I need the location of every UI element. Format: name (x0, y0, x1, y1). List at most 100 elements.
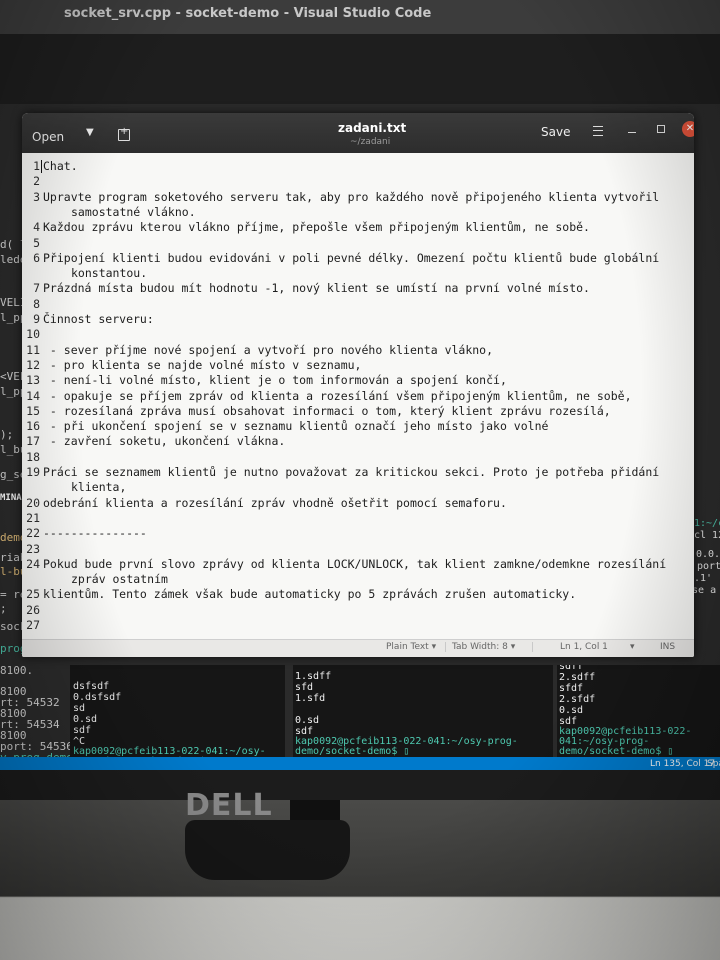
terminal-line: sdff (559, 665, 584, 672)
terminal-line: 0.sd (295, 715, 320, 726)
editor-line: 2 (26, 174, 43, 188)
maximize-icon[interactable] (657, 125, 665, 133)
line-text: konstantou. (71, 266, 148, 281)
line-number: 15 (26, 403, 40, 418)
editor-line: 13 - není-li volné místo, klient je o to… (26, 373, 507, 387)
editor-line: 24 Pokud bude první slovo zprávy od klien… (26, 557, 666, 571)
line-number: 16 (26, 419, 40, 434)
line-number: 26 (26, 602, 40, 617)
terminal-line: 0.dsfsdf (73, 692, 122, 703)
chevron-down-icon[interactable]: ▼ (86, 127, 94, 138)
editor-line: 1 Chat. (26, 159, 78, 173)
line-number: 2 (33, 174, 40, 189)
editor-line: samostatné vlákno. (26, 205, 196, 219)
document-title: zadani.txt (338, 121, 407, 135)
line-number: 12 (26, 357, 40, 372)
editor-line: 18 (26, 450, 43, 464)
terminal-output: port (697, 561, 720, 572)
minimize-icon[interactable] (628, 132, 636, 133)
terminal-output: 1:~/c (694, 518, 720, 529)
editor-line: 3 Upravte program soketového serveru tak,… (26, 190, 659, 204)
editor-line: 23 (26, 542, 43, 556)
editor-line: 21 (26, 511, 43, 525)
code-fragment: ; (0, 602, 7, 615)
status-spaces[interactable]: Spa (707, 757, 720, 770)
line-text: Práci se seznamem klientů je nutno považ… (43, 465, 660, 479)
line-text: odebrání klienta a rozesílání zpráv vhod… (43, 495, 507, 510)
line-number: 14 (26, 388, 40, 403)
editor-line: 8 (26, 297, 43, 311)
line-text: - pro klienta se najde volné místo v sez… (43, 357, 362, 372)
editor-line: 27 (26, 618, 43, 632)
document-path: ~/zadani (350, 137, 391, 147)
save-button[interactable]: Save (541, 125, 570, 139)
editor-line: 22 --------------- (26, 526, 147, 540)
line-number: 3 (33, 189, 40, 204)
monitor-stand (185, 820, 350, 880)
line-number: 17 (26, 434, 40, 449)
gedit-headerbar: Open ▼ zadani.txt ~/zadani Save ✕ (22, 113, 694, 153)
line-text: Pokud bude první slovo zprávy od klienta… (43, 556, 667, 571)
gedit-window: Open ▼ zadani.txt ~/zadani Save ✕ 1Chat.… (22, 113, 694, 657)
vscode-window-title: socket_srv.cpp - socket-demo - Visual St… (0, 0, 720, 34)
terminal-output: 0.0.1 (696, 549, 720, 560)
terminal-line: 1.sfd (295, 693, 326, 704)
terminal-line: 0.sd (73, 714, 98, 725)
dell-logo: DELL (185, 788, 273, 823)
text-editor-area[interactable]: 1 Chat. 2 3 Upravte program soketového serve… (22, 153, 694, 643)
close-icon[interactable]: ✕ (682, 121, 694, 137)
editor-line: 4 Každou zprávu kterou vlákno příjme, pře… (26, 220, 590, 234)
line-number: 25 (26, 587, 40, 602)
line-number: 10 (26, 327, 40, 342)
editor-line: 7 Prázdná místa budou mít hodnotu -1, nov… (26, 281, 590, 295)
editor-line: 16 - při ukončení spojení se v seznamu k… (26, 419, 548, 433)
line-text: - rozesílaná zpráva musí obsahovat infor… (43, 403, 611, 418)
terminal-line: 2.sfdf (559, 694, 596, 705)
tab-width-selector[interactable]: Tab Width: 8 ▾ (452, 642, 515, 652)
terminal-line: sd (73, 703, 86, 714)
insert-mode-indicator[interactable]: INS (660, 642, 675, 652)
line-number: 5 (33, 235, 40, 250)
line-number: 9 (33, 312, 40, 326)
line-text: klientům. Tento zámek však bude automati… (43, 587, 577, 602)
gedit-statusbar: Plain Text ▾ Tab Width: 8 ▾ Ln 1, Col 1 … (22, 639, 694, 657)
editor-line: 17 - zavření soketu, ukončení vlákna. (26, 434, 285, 448)
new-document-icon[interactable] (118, 126, 130, 141)
line-number: 11 (26, 342, 40, 357)
editor-line: 26 (26, 603, 43, 617)
line-number: 7 (33, 281, 40, 296)
terminal-pane-2[interactable]: 1.sdff sfd 1.sfd 0.sd sdf kap0092@pcfeib… (293, 665, 553, 765)
hamburger-menu-icon[interactable] (593, 126, 603, 136)
line-number: 4 (33, 220, 40, 235)
terminal-line: sdf (73, 725, 92, 736)
line-text: - není-li volné místo, klient je o tom i… (43, 373, 507, 388)
terminal-output: cl 12 (694, 530, 720, 541)
open-button[interactable]: Open (32, 130, 64, 144)
line-number: 23 (26, 541, 40, 556)
syntax-selector[interactable]: Plain Text ▾ (386, 642, 436, 652)
line-number: 1 (33, 159, 40, 173)
terminal-line: sfdf (559, 683, 584, 694)
line-number: 18 (26, 449, 40, 464)
chevron-down-icon[interactable]: ▾ (630, 642, 635, 652)
editor-line: zpráv ostatním (26, 572, 168, 586)
terminal-prompt: kap0092@pcfeib113-022-041:~/osy-prog-dem… (295, 736, 518, 757)
terminal-line: dsfsdf (73, 681, 110, 692)
vscode-statusbar: Ln 135, Col 17 Spa (0, 757, 720, 770)
cursor-position[interactable]: Ln 1, Col 1 (560, 642, 608, 652)
editor-line: 9 Činnost serveru: (26, 312, 154, 326)
editor-line: klienta, (26, 480, 126, 494)
line-text: Činnost serveru: (43, 312, 154, 326)
line-number: 6 (33, 250, 40, 265)
line-number: 21 (26, 510, 40, 525)
vscode-tab-area (0, 34, 720, 104)
line-text: samostatné vlákno. (71, 204, 196, 219)
editor-line: 10 (26, 327, 43, 341)
line-text: - sever příjme nové spojení a vytvoří pr… (43, 342, 494, 357)
status-cursor-position[interactable]: Ln 135, Col 17 (650, 757, 715, 770)
line-number: 27 (26, 618, 40, 632)
line-text: zpráv ostatním (71, 572, 168, 587)
terminal-pane-1[interactable]: dsfsdf 0.dsfsdf sd 0.sd sdf ^C kap0092@p… (70, 665, 285, 765)
editor-line: 14 - opakuje se příjem zpráv od klienta … (26, 388, 631, 403)
terminal-pane-3[interactable]: sdff 2.sdff sfdf 2.sfdf 0.sd sdf kap0092… (557, 665, 720, 765)
